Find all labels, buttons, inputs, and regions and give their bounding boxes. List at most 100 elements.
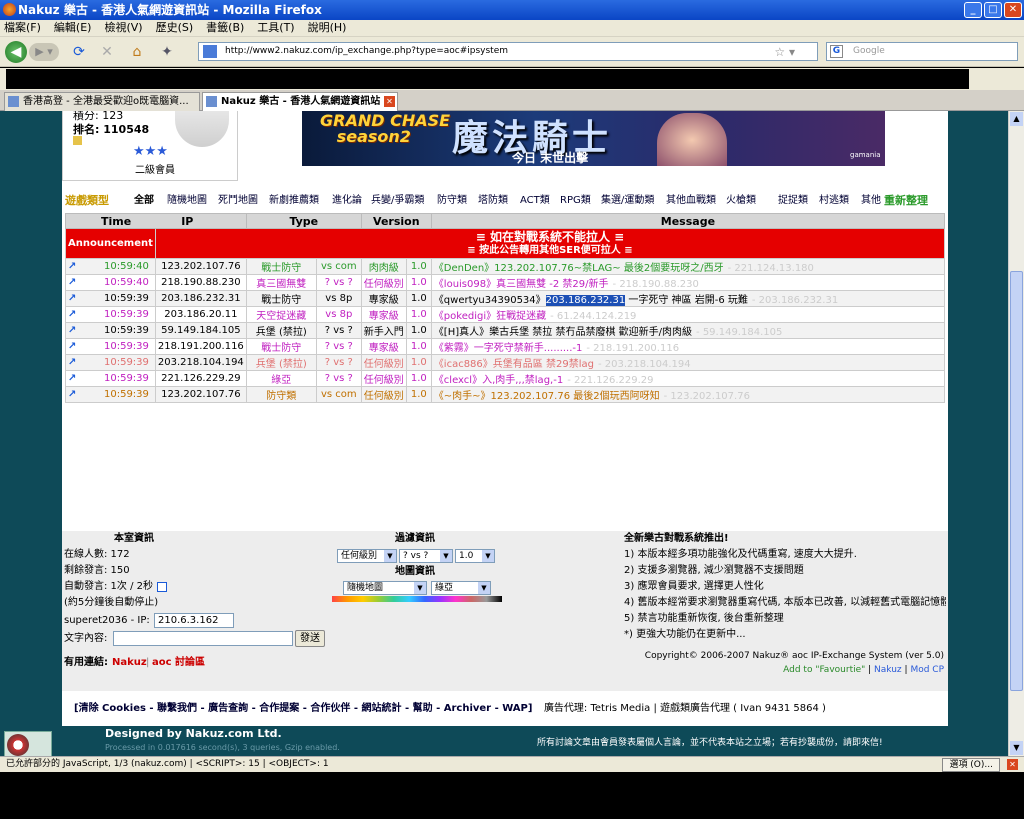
bookmark-star-icon[interactable]: ☆ ▾: [774, 44, 795, 61]
table-row[interactable]: ↗ 10:59:40 218.190.88.230 真三國無雙? vs ? 任何級別 1.…: [65, 274, 946, 291]
ip-field[interactable]: 210.6.3.162: [154, 613, 234, 628]
options-button[interactable]: 選項 (O)...: [942, 758, 1000, 772]
row-message[interactable]: 《[H]真人》樂古兵堡 禁拉 禁冇品禁廢棋 歡迎新手/肉肉級 - 59.149.1…: [430, 322, 946, 339]
google-icon[interactable]: G: [830, 45, 843, 58]
nakuz-link[interactable]: Nakuz: [874, 665, 902, 675]
tab-hkgolden[interactable]: 香港高登 - 全港最受歡迎o既電腦資...: [4, 92, 200, 111]
category-war[interactable]: 兵變/爭霸類: [371, 192, 424, 210]
row-arrow-icon[interactable]: ↗: [68, 261, 76, 272]
category-random[interactable]: 隨機地圖: [167, 192, 207, 210]
category-other-battle[interactable]: 其他血戰類: [666, 192, 716, 210]
table-row[interactable]: ↗ 10:59:39 203.186.232.31 戰士防守 vs 8p 專家級 1.0 《q…: [65, 290, 946, 307]
reload-icon[interactable]: ⟳: [70, 43, 88, 61]
scroll-thumb[interactable]: [1010, 271, 1023, 691]
table-row[interactable]: ↗ 10:59:39 218.191.200.116 戰士防守? vs ? 專家級 1.0…: [65, 338, 946, 355]
map-select[interactable]: 隨機地圖: [343, 581, 427, 595]
menu-view[interactable]: 檢視(V): [104, 20, 142, 36]
row-message[interactable]: 《~肉手~》123.202.107.76 最後2個玩西阿呀知 - 123.202.…: [430, 386, 946, 403]
category-new[interactable]: 新劇推薦類: [269, 192, 319, 210]
table-row[interactable]: ↗ 10:59:39 59.149.184.105 兵堡 (禁拉)? vs ? 新手入門…: [65, 322, 946, 339]
announcement-text[interactable]: ≡ 如在對戰系統不能拉人 ≡ ≡ 按此公告轉用其他SER便可拉人 ≡: [154, 228, 946, 259]
tab-nakuz[interactable]: Nakuz 樂古 - 香港人氣網遊資訊站 ✕: [202, 92, 398, 111]
menu-edit[interactable]: 編輯(E): [54, 20, 92, 36]
menu-file[interactable]: 檔案(F): [4, 20, 41, 36]
row-ip: 123.202.107.76: [154, 386, 247, 403]
row-message[interactable]: 《pokedigi》狂戰捉迷藏 - 61.244.124.219: [430, 306, 946, 323]
map-sub-select[interactable]: 綠亞: [431, 581, 491, 595]
color-palette[interactable]: [332, 596, 502, 602]
row-arrow-icon[interactable]: ↗: [68, 341, 76, 352]
category-evolution[interactable]: 進化論: [332, 192, 362, 210]
category-catch[interactable]: 捉捉類: [778, 192, 808, 210]
addon-icon[interactable]: ✦: [158, 43, 176, 61]
table-row[interactable]: ↗ 10:59:39 203.218.104.194 兵堡 (禁拉)? vs ? 任何級…: [65, 354, 946, 371]
url-bar[interactable]: http://www2.nakuz.com/ip_exchange.php?ty…: [198, 42, 818, 61]
stop-icon[interactable]: ✕: [98, 43, 116, 61]
maximize-icon[interactable]: □: [984, 2, 1002, 18]
link-nakuz[interactable]: Nakuz: [112, 655, 147, 671]
footer-links[interactable]: [清除 Cookies - 聯繫我們 - 廣告查詢 - 合作提案 - 合作伙伴 …: [74, 703, 532, 714]
row-arrow-icon[interactable]: ↗: [68, 373, 76, 384]
category-act[interactable]: ACT類: [520, 192, 550, 210]
category-other[interactable]: 其他: [861, 192, 881, 210]
auto-speak-checkbox[interactable]: [157, 582, 167, 592]
menu-help[interactable]: 說明(H): [308, 20, 347, 36]
menu-tools[interactable]: 工具(T): [257, 20, 294, 36]
content-label: 文字內容:: [64, 633, 108, 644]
category-all[interactable]: 全部: [134, 192, 154, 210]
category-gun[interactable]: 火槍類: [726, 192, 756, 210]
home-icon[interactable]: ⌂: [128, 43, 146, 61]
category-escape[interactable]: 村逃類: [819, 192, 849, 210]
search-bar[interactable]: G Google: [826, 42, 1018, 61]
link-aoc-forum[interactable]: aoc 討論區: [152, 655, 205, 671]
links-label: 有用連結:: [64, 657, 108, 668]
menu-history[interactable]: 歷史(S): [156, 20, 194, 36]
status-close-icon[interactable]: ✕: [1007, 759, 1018, 770]
announcement-row[interactable]: Announcement ≡ 如在對戰系統不能拉人 ≡ ≡ 按此公告轉用其他SE…: [65, 228, 946, 259]
row-time: ↗ 10:59:39: [65, 370, 156, 387]
row-arrow-icon[interactable]: ↗: [68, 277, 76, 288]
refresh-button[interactable]: 重新整理: [884, 192, 928, 210]
row-level: 任何級別: [360, 370, 407, 387]
row-version: 1.0: [405, 338, 432, 355]
back-button[interactable]: ◀: [5, 41, 27, 63]
send-button[interactable]: 發送: [295, 630, 325, 647]
row-arrow-icon[interactable]: ↗: [68, 293, 76, 304]
table-row[interactable]: ↗ 10:59:40 123.202.107.76 戰士防守 vs com 肉肉級 1.0 《…: [65, 258, 946, 275]
user-stars: ★★★: [133, 144, 168, 159]
row-arrow-icon[interactable]: ↗: [68, 325, 76, 336]
row-message[interactable]: 《clexcl》入,肉手,,,禁lag,-1- 221.126.229.29: [430, 370, 946, 387]
category-sports[interactable]: 集選/運動類: [601, 192, 654, 210]
minimize-icon[interactable]: _: [964, 2, 982, 18]
row-arrow-icon[interactable]: ↗: [68, 389, 76, 400]
scroll-down-icon[interactable]: ▼: [1010, 741, 1023, 755]
row-message[interactable]: 《louis098》真三國無雙 -2 禁29/新手 - 218.190.88.23…: [430, 274, 946, 291]
table-row[interactable]: ↗ 10:59:39 203.186.20.11 天空捉迷藏 vs 8p 專家級 1.0 《p…: [65, 306, 946, 323]
menu-bookmarks[interactable]: 書籤(B): [206, 20, 244, 36]
add-favourite-link[interactable]: Add to "Favourtie": [783, 665, 865, 675]
forward-button[interactable]: ▶ ▾: [29, 43, 59, 61]
row-arrow-icon[interactable]: ↗: [68, 309, 76, 320]
level-select[interactable]: 任何級別: [337, 549, 397, 563]
vertical-scrollbar[interactable]: ▲ ▼: [1008, 111, 1024, 756]
close-icon[interactable]: ✕: [1004, 2, 1022, 18]
row-message[interactable]: 《qwertyu34390534》203.186.232.31 一字死守 神區 …: [430, 290, 946, 307]
category-defense[interactable]: 防守類: [437, 192, 467, 210]
side-widget[interactable]: [4, 731, 52, 756]
scroll-up-icon[interactable]: ▲: [1010, 112, 1023, 126]
table-row[interactable]: ↗ 10:59:39 221.126.229.29 綠亞? vs ? 任何級別 1.0 《c…: [65, 370, 946, 387]
row-arrow-icon[interactable]: ↗: [68, 357, 76, 368]
category-tower[interactable]: 塔防類: [478, 192, 508, 210]
tab-close-icon[interactable]: ✕: [384, 96, 395, 107]
version-select[interactable]: 1.0: [455, 549, 495, 563]
row-message[interactable]: 《icac886》兵堡有品區 禁29禁lag - 203.218.104.194: [430, 354, 946, 371]
category-deathmatch[interactable]: 死鬥地圖: [218, 192, 258, 210]
vs-select[interactable]: ? vs ?: [399, 549, 453, 563]
table-row[interactable]: ↗ 10:59:39 123.202.107.76 防守類 vs com 任何級別 1.0 《…: [65, 386, 946, 403]
ad-banner[interactable]: GRAND CHASE season2 魔法騎士 今日 末世出擊 gamania: [302, 111, 885, 166]
message-input[interactable]: [113, 631, 293, 646]
category-rpg[interactable]: RPG類: [560, 192, 591, 210]
modcp-link[interactable]: Mod CP: [910, 665, 944, 675]
row-message[interactable]: 《紫霧》一字死守禁新手.........-1- 218.191.200.116: [430, 338, 946, 355]
row-message[interactable]: 《DenDen》123.202.107.76~禁LAG~ 最後2個要玩呀之/西牙…: [430, 258, 946, 275]
